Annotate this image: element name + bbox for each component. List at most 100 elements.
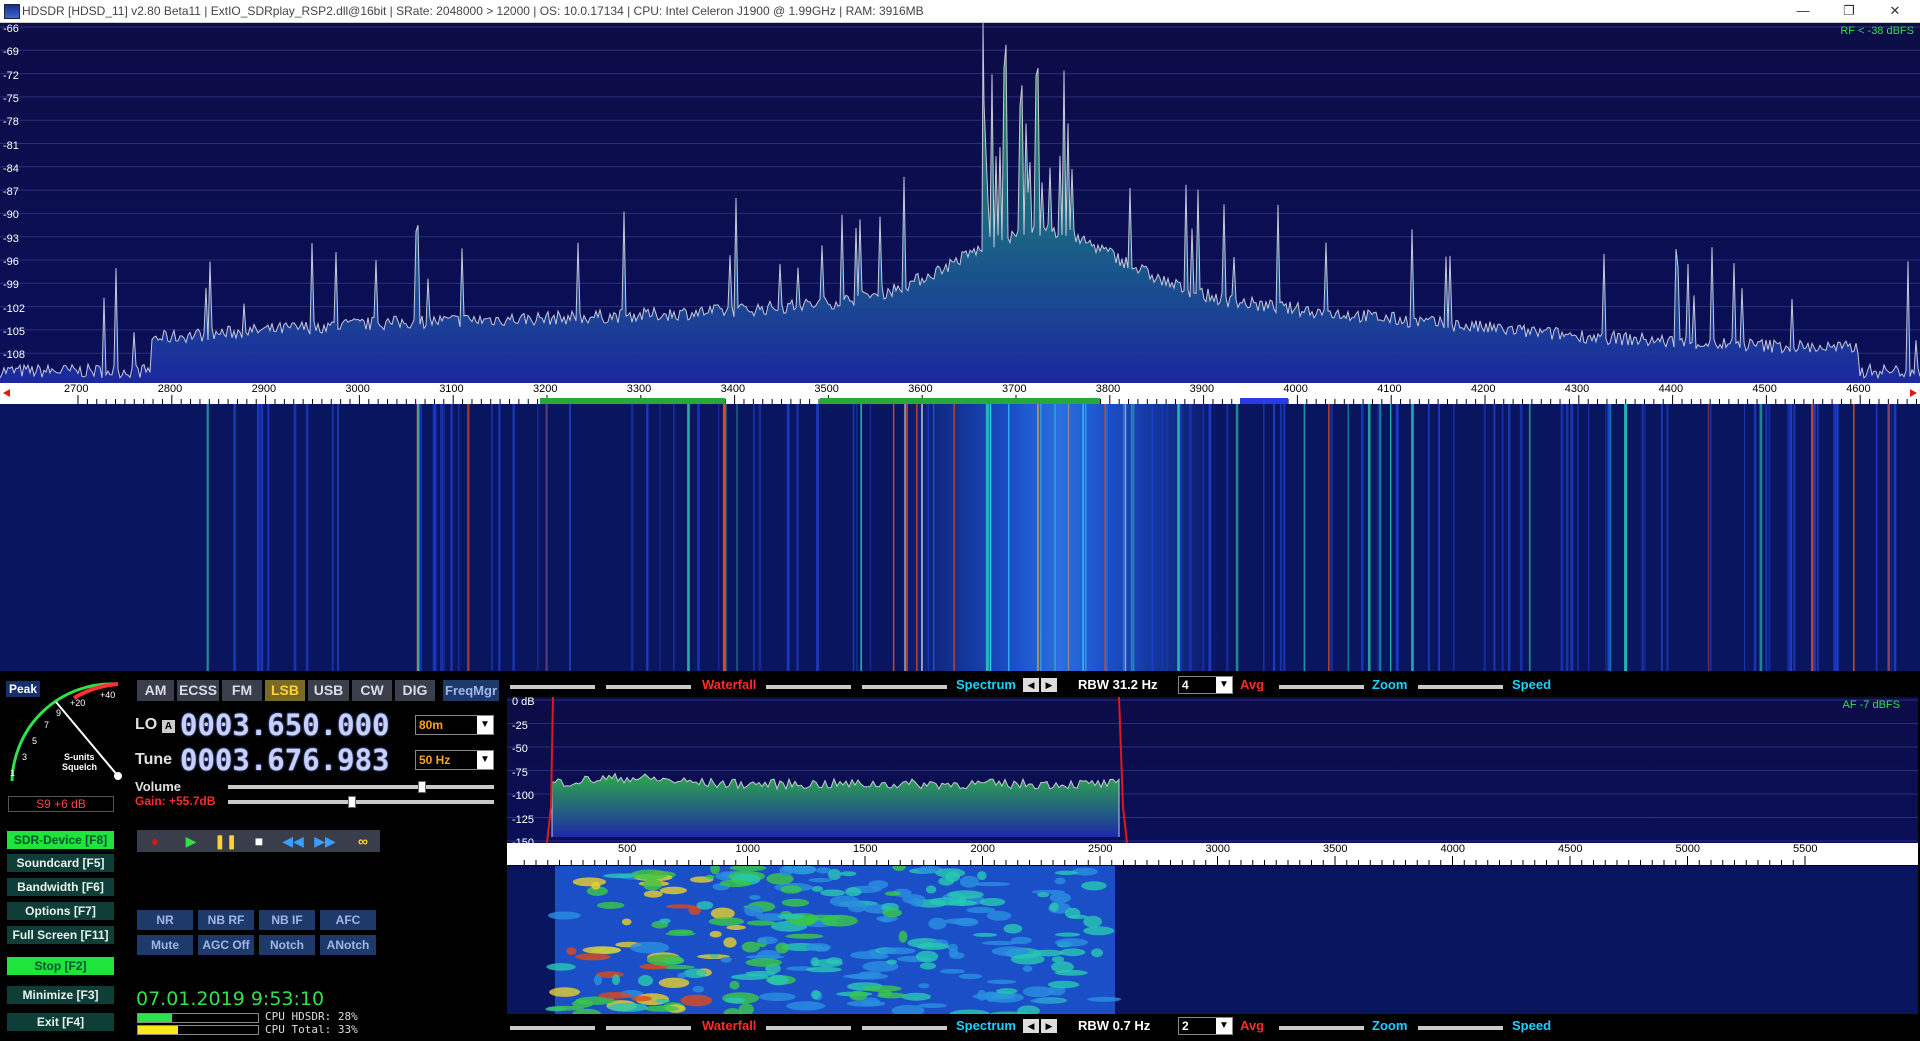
rewind-icon[interactable]: ◀◀ — [282, 832, 304, 850]
af-level-label: AF -7 dBFS — [1842, 699, 1900, 711]
rf-y-tick: -66 — [3, 23, 19, 35]
rf-waterfall[interactable] — [0, 404, 1920, 671]
rf-x-tick: 2900 — [251, 383, 277, 395]
af-spectrum-graph — [507, 697, 1918, 843]
cpu-total-label: CPU Total: 33% — [265, 1023, 358, 1036]
rf-x-tick: 3400 — [720, 383, 746, 395]
chevron-down-icon: ▼ — [1216, 677, 1232, 693]
record-icon[interactable]: ● — [144, 832, 166, 850]
gain-slider-handle[interactable] — [348, 796, 356, 808]
af-y-tick: -25 — [512, 719, 528, 732]
stop-button[interactable]: Stop [F2] — [7, 957, 114, 975]
af-x-tick: 4000 — [1440, 843, 1465, 855]
bandwidth-button[interactable]: Bandwidth [F6] — [7, 878, 114, 896]
rf-avg-select[interactable]: 4 ▼ — [1178, 676, 1233, 694]
mode-lsb-button[interactable]: LSB — [265, 680, 305, 701]
rf-y-tick: -69 — [3, 46, 19, 59]
minimize-window-button[interactable]: — — [1780, 0, 1826, 22]
agc-button[interactable]: AGC Off — [198, 935, 254, 955]
af-rbw-increase-button[interactable]: ▶ — [1041, 1019, 1057, 1033]
s-scale-9: 9 — [56, 708, 62, 718]
rf-spectrum[interactable]: -66 -69 -72 -75 -78 -81 -84 -87 -90 -93 -96 -99 -102… — [0, 23, 1920, 383]
s-scale-40: +40 — [100, 690, 116, 700]
mode-usb-button[interactable]: USB — [308, 680, 349, 701]
stop-icon[interactable]: ■ — [248, 832, 270, 850]
nr-button[interactable]: NR — [137, 910, 193, 930]
band-select[interactable]: 80m ▼ — [415, 715, 494, 735]
restore-window-button[interactable]: ❐ — [1826, 0, 1872, 22]
fast-forward-icon[interactable]: ▶▶ — [314, 832, 336, 850]
soundcard-button[interactable]: Soundcard [F5] — [7, 854, 114, 872]
volume-label: Volume — [135, 779, 181, 794]
rf-y-tick: -105 — [3, 325, 26, 338]
rf-avg-value: 4 — [1182, 678, 1189, 692]
af-avg-select[interactable]: 2 ▼ — [1178, 1017, 1233, 1035]
exit-button[interactable]: Exit [F4] — [7, 1013, 114, 1031]
s-meter-reading: S9 +6 dB — [8, 796, 114, 812]
af-waterfall-label: Waterfall — [702, 1018, 757, 1033]
full-screen-button[interactable]: Full Screen [F11] — [7, 926, 114, 944]
mode-dig-button[interactable]: DIG — [395, 680, 435, 701]
mode-am-button[interactable]: AM — [137, 680, 174, 701]
cpu-hdsdr-label: CPU HDSDR: 28% — [265, 1010, 358, 1023]
mode-fm-button[interactable]: FM — [222, 680, 262, 701]
tune-step-select[interactable]: 50 Hz ▼ — [415, 750, 494, 770]
tune-frequency-display[interactable]: 0003.676.983 — [180, 743, 390, 777]
rf-y-tick: -108 — [3, 349, 26, 362]
af-display-bar: Waterfall Spectrum ◀ ▶ RBW 0.7 Hz 2 ▼ Avg… — [506, 1017, 1920, 1036]
anotch-button[interactable]: ANotch — [320, 935, 376, 955]
rf-speed-label: Speed — [1512, 677, 1552, 692]
afc-button[interactable]: AFC — [320, 910, 376, 930]
rf-rbw-increase-button[interactable]: ▶ — [1041, 678, 1057, 692]
notch-button[interactable]: Notch — [259, 935, 315, 955]
rf-rbw-label: RBW 31.2 Hz — [1078, 677, 1158, 692]
rf-avg-label: Avg — [1240, 677, 1265, 692]
app-icon — [4, 4, 20, 19]
gain-slider[interactable] — [228, 800, 494, 804]
rf-y-tick: -96 — [3, 256, 19, 268]
s-scale-20: +20 — [70, 698, 86, 708]
play-icon[interactable]: ▶ — [180, 832, 202, 850]
volume-slider-handle[interactable] — [418, 781, 426, 793]
options-button[interactable]: Options [F7] — [7, 902, 114, 920]
rf-frequency-scale[interactable]: 2700 2800 2900 3000 3100 3200 3300 3400 3500 3600… — [0, 383, 1920, 404]
s-scale-1: 1 — [10, 768, 16, 778]
af-rbw-decrease-button[interactable]: ◀ — [1023, 1019, 1039, 1033]
chevron-down-icon: ▼ — [477, 751, 493, 769]
sdr-device-button[interactable]: SDR-Device [F8] — [7, 831, 114, 849]
af-x-tick: 5500 — [1793, 843, 1818, 855]
mode-ecss-button[interactable]: ECSS — [177, 680, 219, 701]
nb-if-button[interactable]: NB IF — [259, 910, 315, 930]
close-window-button[interactable]: ✕ — [1872, 0, 1918, 22]
af-y-tick: -50 — [512, 743, 528, 755]
nb-rf-button[interactable]: NB RF — [198, 910, 254, 930]
mute-button[interactable]: Mute — [137, 935, 193, 955]
pause-icon[interactable]: ❚❚ — [214, 832, 237, 850]
af-zoom-label: Zoom — [1372, 1018, 1408, 1033]
rf-x-tick: 4000 — [1283, 383, 1308, 395]
s-scale-3: 3 — [22, 752, 28, 762]
datetime-display: 07.01.2019 9:53:10 — [136, 988, 325, 1010]
rf-x-tick: 3600 — [908, 383, 933, 395]
af-spectrum[interactable]: 0 dB-25-50-75-100-125-150 AF -7 dBFS — [507, 696, 1918, 849]
rf-x-tick: 3800 — [1095, 383, 1121, 395]
s-meter[interactable]: Peak 1 3 5 7 9 +20 +40 S-units Squelch — [4, 676, 122, 781]
freqmgr-button[interactable]: FreqMgr — [443, 680, 499, 701]
rf-y-tick: -90 — [3, 209, 19, 222]
rf-x-tick: 2700 — [64, 383, 89, 395]
mode-cw-button[interactable]: CW — [352, 680, 392, 701]
rf-y-tick: -99 — [3, 279, 19, 292]
loop-icon[interactable]: ∞ — [348, 832, 378, 850]
af-frequency-scale[interactable]: 500 1000 1500 2000 2500 3000 3500 4000 4500 5000 5… — [507, 843, 1918, 865]
rf-frequency-ticks — [3, 389, 1917, 404]
lo-vfo-a-button[interactable]: A — [162, 720, 175, 733]
rf-spectrum-label: Spectrum — [956, 677, 1016, 692]
lo-frequency-display[interactable]: 0003.650.000 — [180, 708, 390, 742]
af-avg-value: 2 — [1182, 1019, 1189, 1033]
rf-rbw-decrease-button[interactable]: ◀ — [1023, 678, 1039, 692]
rf-y-tick: -102 — [3, 302, 26, 315]
minimize-button[interactable]: Minimize [F3] — [7, 986, 114, 1004]
af-waterfall[interactable] — [507, 866, 1918, 1014]
af-x-tick: 5000 — [1675, 843, 1700, 855]
volume-slider[interactable] — [228, 785, 494, 789]
